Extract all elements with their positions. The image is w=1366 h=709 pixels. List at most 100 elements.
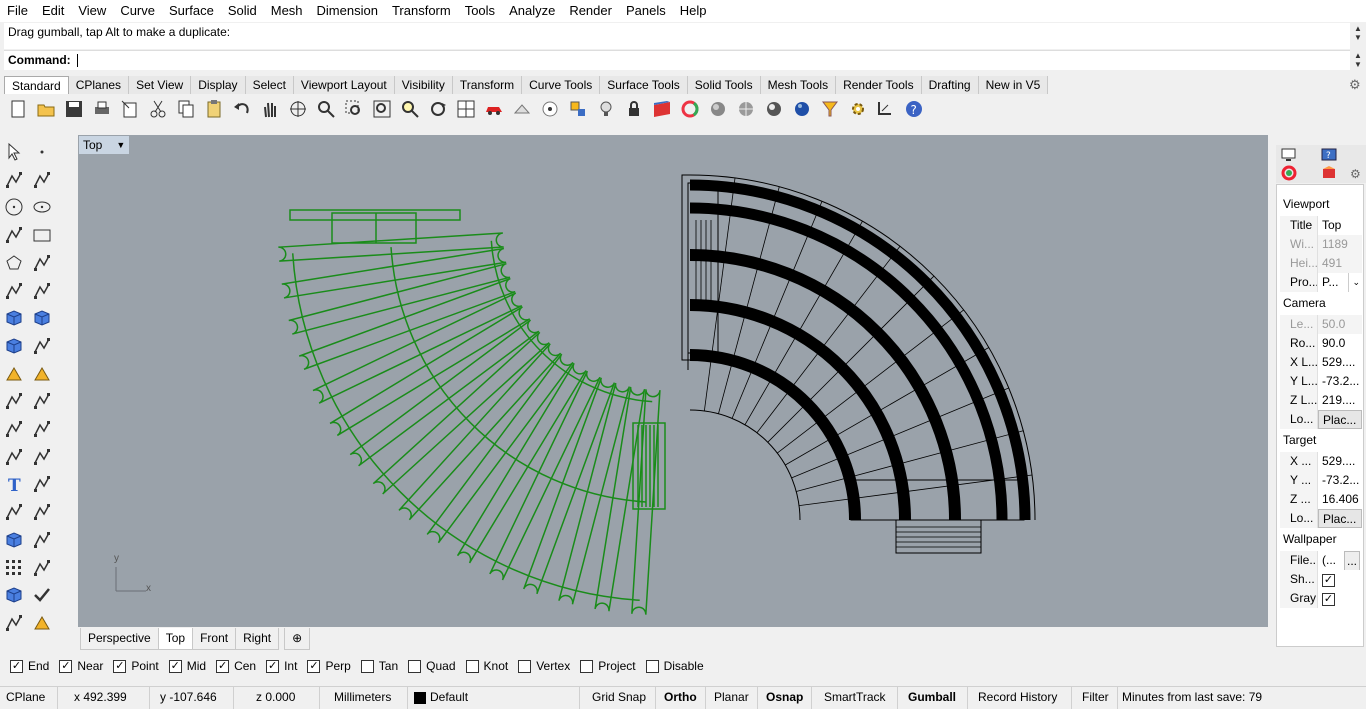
copy-icon[interactable] — [172, 96, 200, 122]
tab-display[interactable]: Display — [191, 76, 246, 94]
menu-transform[interactable]: Transform — [385, 0, 458, 22]
smarttrack-toggle[interactable]: SmartTrack — [818, 687, 898, 709]
ortho-toggle[interactable]: Ortho — [658, 687, 706, 709]
projection-dropdown[interactable]: P... ⌄ — [1318, 273, 1362, 292]
menu-analyze[interactable]: Analyze — [502, 0, 562, 22]
viewport-tab-top[interactable]: Top — [157, 628, 194, 650]
polygon-icon[interactable] — [2, 251, 26, 275]
command-input[interactable] — [77, 54, 79, 68]
zoom-extents-icon[interactable] — [368, 96, 396, 122]
light-icon[interactable] — [592, 96, 620, 122]
tab-drafting[interactable]: Drafting — [921, 76, 979, 94]
tab-set-view[interactable]: Set View — [129, 76, 192, 94]
undo-icon[interactable] — [228, 96, 256, 122]
selected-duct-object[interactable] — [278, 209, 666, 615]
viewport-title-label[interactable]: Top — [83, 138, 102, 152]
gumball-toggle[interactable]: Gumball — [902, 687, 968, 709]
check-icon[interactable] — [30, 583, 54, 607]
tab-curve-tools[interactable]: Curve Tools — [522, 76, 601, 94]
tab-standard[interactable]: Standard — [4, 76, 69, 94]
ellipse-icon[interactable] — [30, 195, 54, 219]
menu-render[interactable]: Render — [562, 0, 619, 22]
tab-viewport-layout[interactable]: Viewport Layout — [293, 76, 395, 94]
osnap-vertex[interactable]: Vertex — [518, 659, 570, 673]
point-icon[interactable] — [536, 96, 564, 122]
tab-cplanes[interactable]: CPlanes — [68, 76, 130, 94]
color-wheel-icon[interactable] — [676, 96, 704, 122]
extend-icon[interactable] — [30, 362, 54, 386]
text-icon[interactable]: T — [2, 472, 26, 496]
chevron-down-icon[interactable]: ⌄ — [1348, 273, 1360, 292]
osnap-perp[interactable]: ✓ Perp — [307, 659, 351, 673]
osnap-cen-checkbox[interactable]: ✓ — [216, 659, 230, 673]
four-viewports-icon[interactable] — [452, 96, 480, 122]
array-polar-icon[interactable] — [2, 500, 26, 524]
paste-icon[interactable] — [200, 96, 228, 122]
print-icon[interactable] — [88, 96, 116, 122]
menu-file[interactable]: File — [0, 0, 35, 22]
add-viewport-tab-icon[interactable]: ⊕ — [284, 628, 311, 650]
viewport-tab-perspective[interactable]: Perspective — [80, 628, 159, 650]
tab-select[interactable]: Select — [245, 76, 294, 94]
tab-new-in-v5[interactable]: New in V5 — [978, 76, 1049, 94]
viewport-menu-dropdown-icon[interactable]: ▼ — [116, 140, 125, 150]
show-wallpaper-checkbox[interactable]: ✓ — [1322, 574, 1335, 587]
osnap-vertex-checkbox[interactable] — [518, 659, 532, 673]
toolbar-options-gear-icon[interactable]: ⚙ — [1349, 77, 1363, 92]
zoom-selected-icon[interactable] — [396, 96, 424, 122]
menu-edit[interactable]: Edit — [35, 0, 71, 22]
osnap-project[interactable]: Project — [580, 659, 636, 673]
osnap-int[interactable]: ✓ Int — [266, 659, 297, 673]
gray-wallpaper-checkbox[interactable]: ✓ — [1322, 593, 1335, 606]
osnap-end[interactable]: ✓ End — [10, 659, 49, 673]
osnap-int-checkbox[interactable]: ✓ — [266, 659, 280, 673]
status-cplane[interactable]: CPlane — [0, 687, 58, 709]
mirror-icon[interactable] — [30, 500, 54, 524]
fillet-curve-icon[interactable] — [30, 251, 54, 275]
lock-icon[interactable] — [620, 96, 648, 122]
save-icon[interactable] — [60, 96, 88, 122]
browse-button[interactable]: ... — [1344, 551, 1360, 570]
panel-options-gear-icon[interactable]: ⚙ — [1350, 167, 1364, 181]
tab-visibility[interactable]: Visibility — [394, 76, 453, 94]
tab-surface-tools[interactable]: Surface Tools — [600, 76, 688, 94]
dimension-linear-icon[interactable] — [30, 556, 54, 580]
osnap-near[interactable]: ✓ Near — [59, 659, 103, 673]
grid-snap-toggle[interactable]: Grid Snap — [586, 687, 656, 709]
menu-dimension[interactable]: Dimension — [310, 0, 385, 22]
record-history-toggle[interactable]: Record History — [972, 687, 1072, 709]
osnap-knot[interactable]: Knot — [465, 659, 508, 673]
trim-icon[interactable] — [2, 389, 26, 413]
tab-solid-tools[interactable]: Solid Tools — [687, 76, 761, 94]
layers-tab-icon[interactable] — [1320, 165, 1338, 181]
osnap-quad-checkbox[interactable] — [408, 659, 422, 673]
grid-array-icon[interactable] — [2, 556, 26, 580]
help-panel-tab-icon[interactable]: ? — [1320, 147, 1338, 163]
command-line-scrollbar[interactable]: ▲ ▼ — [1352, 51, 1364, 69]
car-icon[interactable] — [480, 96, 508, 122]
zoom-icon[interactable] — [312, 96, 340, 122]
surface-extrude-icon[interactable] — [30, 279, 54, 303]
surface-corner-icon[interactable] — [2, 279, 26, 303]
viewport-tab-front[interactable]: Front — [192, 628, 237, 650]
rectangle-icon[interactable] — [30, 223, 54, 247]
menu-panels[interactable]: Panels — [619, 0, 673, 22]
render-sphere-icon[interactable] — [704, 96, 732, 122]
paint-bucket-icon[interactable] — [30, 611, 54, 635]
snap-icon[interactable] — [564, 96, 592, 122]
polyline-icon[interactable] — [2, 168, 26, 192]
status-units[interactable]: Millimeters — [328, 687, 408, 709]
duct-object[interactable] — [681, 174, 1036, 554]
circle-icon[interactable] — [2, 195, 26, 219]
scale-icon[interactable] — [30, 472, 54, 496]
osnap-quad[interactable]: Quad — [408, 659, 456, 673]
osnap-disable[interactable]: Disable — [645, 659, 704, 673]
osnap-point[interactable]: ✓ Point — [113, 659, 159, 673]
properties-tab-monitor-icon[interactable] — [1280, 147, 1298, 163]
hatch-icon[interactable] — [30, 528, 54, 552]
import-icon[interactable] — [116, 96, 144, 122]
filter-toggle[interactable]: Filter — [1076, 687, 1118, 709]
array-icon[interactable] — [30, 417, 54, 441]
osnap-toggle[interactable]: Osnap — [760, 687, 812, 709]
viewport-tab-right[interactable]: Right — [235, 628, 280, 650]
